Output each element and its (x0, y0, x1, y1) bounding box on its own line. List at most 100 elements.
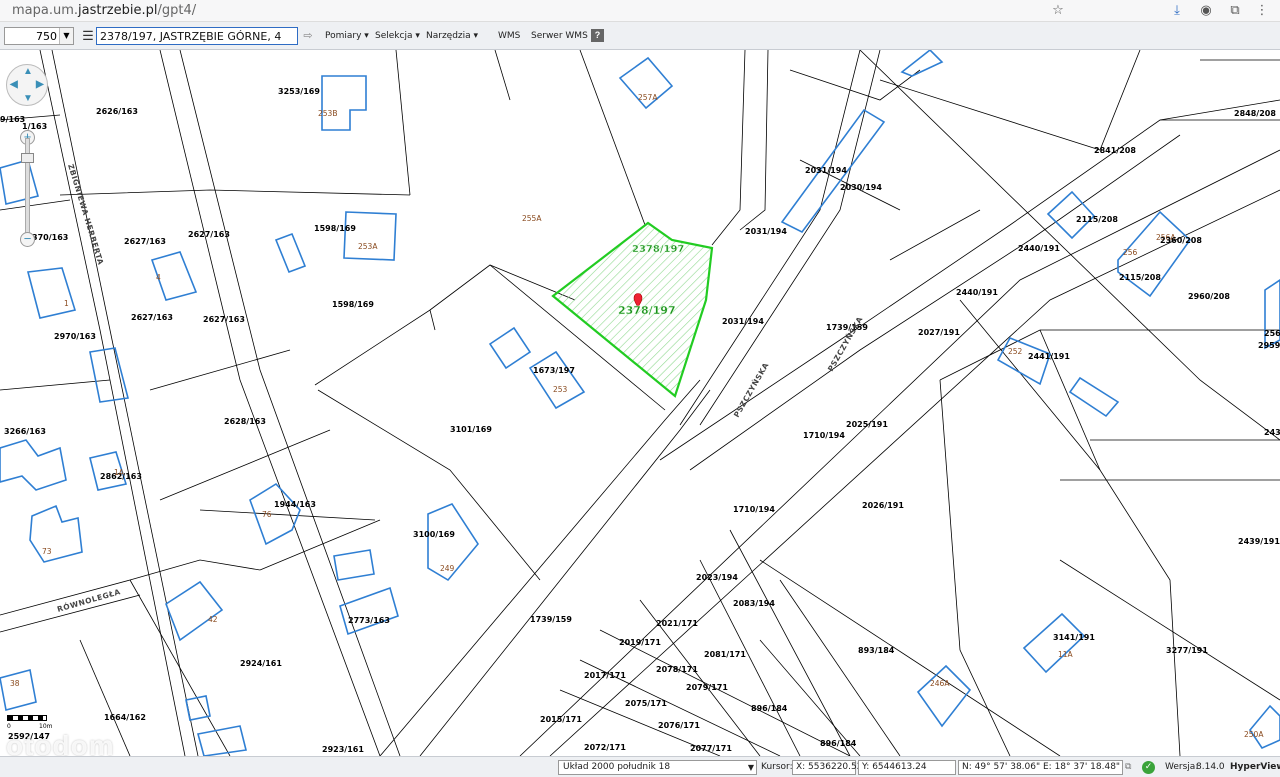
chevron-down-icon: ▼ (747, 763, 754, 772)
parcel-label: 2627/163 (131, 313, 173, 322)
parcel-label: 1A (114, 468, 125, 477)
parcel-label: 257A (638, 93, 658, 102)
parcel-label: 1 (64, 299, 69, 308)
account-icon[interactable]: ◉ (1197, 2, 1215, 20)
parcel-label: 2079/171 (686, 683, 728, 692)
help-icon[interactable]: ? (591, 29, 604, 42)
download-icon[interactable]: ⤓ (1168, 2, 1186, 20)
parcel-label: 42 (208, 615, 218, 624)
parcel-label: 2025/191 (846, 420, 888, 429)
parcel-label: 2923/161 (322, 745, 364, 754)
selected-parcel-label: 2378/197 (618, 304, 676, 317)
extensions-icon[interactable]: ⧉ (1226, 2, 1244, 20)
map-canvas[interactable]: 2626/163 3253/169 253B 257A 2848/208 2841/208… (0, 50, 1280, 756)
parcel-label: 249 (440, 564, 455, 573)
parcel-label: 1598/169 (332, 300, 374, 309)
parcel-label: 2848/208 (1234, 109, 1276, 118)
more-icon[interactable]: ⋮ (1253, 2, 1271, 20)
pan-up-icon[interactable]: ▲ (23, 67, 33, 77)
parcel-label: 252 (1008, 347, 1023, 356)
star-icon[interactable]: ☆ (1049, 2, 1067, 20)
parcel-label: 896/184 (820, 739, 857, 748)
parcel-label: 2115/208 (1076, 215, 1118, 224)
parcel-label: 2030/194 (840, 183, 882, 192)
parcel-label: 2081/171 (704, 650, 746, 659)
parcel-label: 2627/163 (203, 315, 245, 324)
copy-icon[interactable]: ⧉ (1125, 761, 1131, 774)
parcel-label: 2360/208 (1160, 236, 1202, 245)
wms-server-link[interactable]: Serwer WMS (531, 22, 588, 50)
crs-select[interactable]: Układ 2000 południk 18 ▼ (558, 760, 757, 775)
parcel-label: 2072/171 (584, 743, 626, 752)
scale-bar: 0 10m (7, 715, 52, 731)
parcel-label: 2440/191 (1018, 244, 1060, 253)
parcel-label: 1664/162 (104, 713, 146, 722)
brand-label: HyperView (1230, 762, 1280, 772)
parcel-label: 9/163 (0, 115, 25, 124)
parcel-label: 3100/169 (413, 530, 455, 539)
version-label: Wersja: (1165, 762, 1199, 772)
address-bar[interactable]: mapa.um.jastrzebie.pl/gpt4/ (12, 3, 196, 18)
parcel-label: 255A (522, 214, 542, 223)
parcel-label: 2031/194 (722, 317, 764, 326)
cursor-latlon: N: 49° 57' 38.06" E: 18° 37' 18.48" (958, 760, 1123, 775)
parcel-label: 253A (358, 242, 378, 251)
parcel-label: 2440/191 (956, 288, 998, 297)
selected-parcel-label: 2378/197 (632, 244, 684, 255)
parcel-label: 2076/171 (658, 721, 700, 730)
parcel-label: 1944/163 (274, 500, 316, 509)
menu-icon[interactable]: ☰ (80, 27, 96, 45)
parcel-label: 250A (1244, 730, 1264, 739)
wms-link[interactable]: WMS (498, 22, 520, 50)
parcel-label: 3141/191 (1053, 633, 1095, 642)
parcel-label: 896/184 (751, 704, 788, 713)
scale-select[interactable]: 750 ▼ (4, 27, 74, 45)
parcel-lines (0, 50, 1280, 756)
parcel-label: 2026/191 (862, 501, 904, 510)
menu-pomiary[interactable]: Pomiary ▾ (325, 22, 369, 50)
parcel-label: 2075/171 (625, 699, 667, 708)
pan-right-icon[interactable]: ▶ (36, 80, 44, 90)
pan-control[interactable]: ▲ ▼ ◀ ▶ (6, 64, 48, 106)
menu-narzedzia[interactable]: Narzędzia ▾ (426, 22, 478, 50)
parcel-label: 246A (930, 679, 950, 688)
parcel-label: 2970/163 (54, 332, 96, 341)
cadastral-map[interactable]: 2626/163 3253/169 253B 257A 2848/208 2841/208… (0, 50, 1280, 756)
parcel-label: 2441/191 (1028, 352, 1070, 361)
menu-selekcja[interactable]: Selekcja ▾ (375, 22, 420, 50)
check-icon: ✓ (1142, 761, 1155, 774)
parcel-label: 256 (1123, 248, 1138, 257)
parcel-label: 1598/169 (314, 224, 356, 233)
chevron-down-icon: ▼ (59, 28, 73, 44)
parcel-label: 76 (262, 510, 272, 519)
pan-down-icon[interactable]: ▼ (23, 94, 33, 104)
parcel-label: 2031/194 (745, 227, 787, 236)
parcel-label: 2439/191 (1238, 537, 1280, 546)
map-toolbar: 750 ▼ ☰ 2378/197, JASTRZĘBIE GÓRNE, 4 ⇨ P… (0, 22, 1280, 50)
parcel-label: 253B (318, 109, 337, 118)
parcel-label: 1710/194 (733, 505, 775, 514)
parcel-label: 2078/171 (656, 665, 698, 674)
parcel-labels: 2626/163 3253/169 253B 257A 2848/208 2841/208… (0, 87, 1280, 754)
parcel-label: 1673/197 (533, 366, 575, 375)
parcel-label: 2924/161 (240, 659, 282, 668)
parcel-label: 3277/191 (1166, 646, 1208, 655)
parcel-label: 2627/163 (188, 230, 230, 239)
parcel-label: 2438/ (1264, 428, 1280, 437)
version-value: 8.14.0 (1196, 762, 1225, 772)
pan-left-icon[interactable]: ◀ (10, 80, 18, 90)
search-go-icon[interactable]: ⇨ (300, 28, 316, 44)
cursor-y: Y: 6544613.24 (858, 760, 956, 775)
zoom-slider-handle[interactable] (21, 153, 34, 163)
parcel-label: 2628/163 (224, 417, 266, 426)
parcel-label: 2773/163 (348, 616, 390, 625)
parcel-label: 38 (10, 679, 20, 688)
parcel-label: 2083/194 (733, 599, 775, 608)
zoom-out-button[interactable]: − (20, 232, 35, 247)
cursor-label: Kursor: (761, 762, 793, 772)
parcel-label: 2031/194 (805, 166, 847, 175)
parcel-label: 253 (553, 385, 568, 394)
search-input[interactable]: 2378/197, JASTRZĘBIE GÓRNE, 4 (96, 27, 298, 45)
parcel-label: 3253/169 (278, 87, 320, 96)
parcel-label: 2015/171 (540, 715, 582, 724)
